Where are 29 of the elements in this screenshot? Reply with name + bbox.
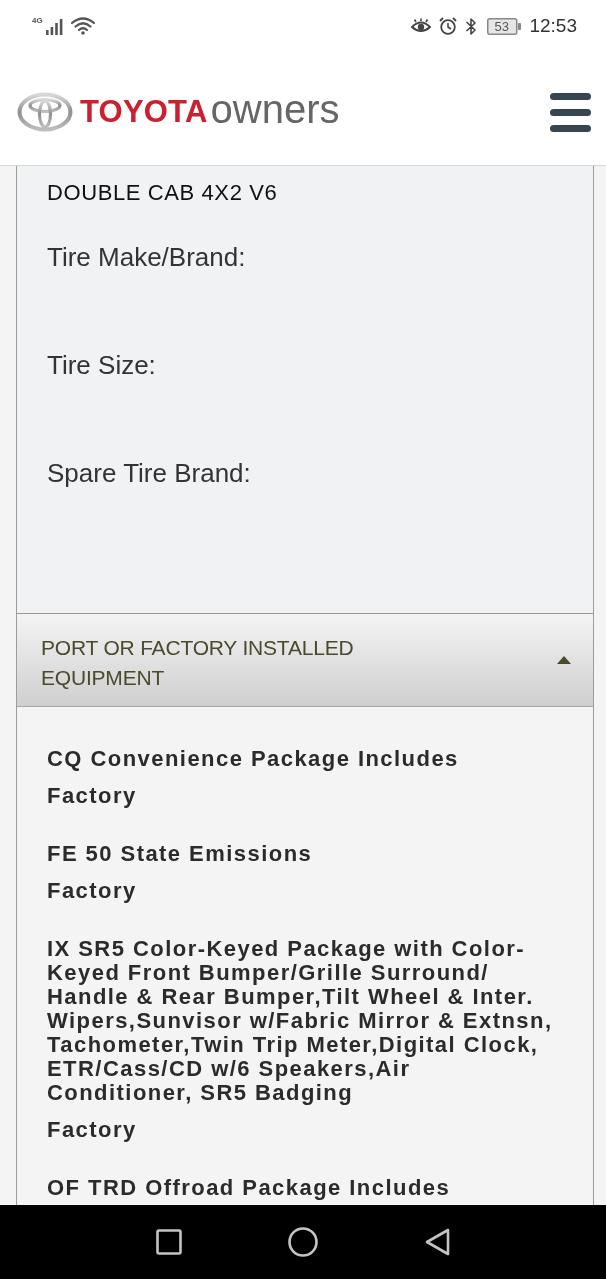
model-name: DOUBLE CAB 4X2 V6 [47, 181, 279, 205]
signal-icon [45, 19, 63, 35]
equipment-name: CQ Convenience Package Includes [47, 747, 460, 771]
alarm-clock-icon [439, 17, 458, 35]
battery-percentage: 53 [494, 18, 509, 34]
battery-icon [487, 17, 522, 35]
logo-wordmark: TOYOTA [80, 93, 208, 130]
equipment-name: IX SR5 Color-Keyed Package with Color-Keyed Front Bumper/Grille Surround/Handle & Rear Bumper,Tilt Wheel & Inter. Wipers,Sunvisor w/Fabric Mirror & Extnsn, Tachometer,Twin Trip Meter,Digital Clock, ETR/Cass/CD w/6 Speakers,Air Conditioner, SR5 Badging [47, 937, 554, 1105]
wifi-icon [70, 17, 95, 35]
menu-icon[interactable] [550, 91, 591, 132]
network-type-label: 4G [32, 17, 43, 25]
equipment-source: Factory [47, 1118, 138, 1142]
equipment-source: Factory [47, 879, 138, 903]
back-icon[interactable] [424, 1228, 450, 1256]
logo-emblem-icon [17, 91, 73, 132]
home-icon[interactable] [288, 1227, 318, 1257]
caret-up-icon [557, 656, 571, 664]
equipment-name: OF TRD Offroad Package Includes [47, 1176, 452, 1200]
equipment-source: Factory [47, 784, 138, 808]
bluetooth-icon [465, 16, 478, 36]
field-label: Tire Make/Brand: [47, 243, 247, 271]
field-label: Tire Size: [47, 351, 157, 379]
eye-icon [411, 18, 432, 34]
clock-time: 12:53 [529, 15, 577, 37]
accordion-header[interactable]: PORT OR FACTORY INSTALLED EQUIPMENT [17, 613, 593, 707]
field-label: Spare Tire Brand: [47, 459, 252, 487]
recents-icon[interactable] [156, 1229, 182, 1255]
equipment-name: FE 50 State Emissions [47, 842, 314, 866]
logo-suffix: owners [210, 88, 340, 130]
